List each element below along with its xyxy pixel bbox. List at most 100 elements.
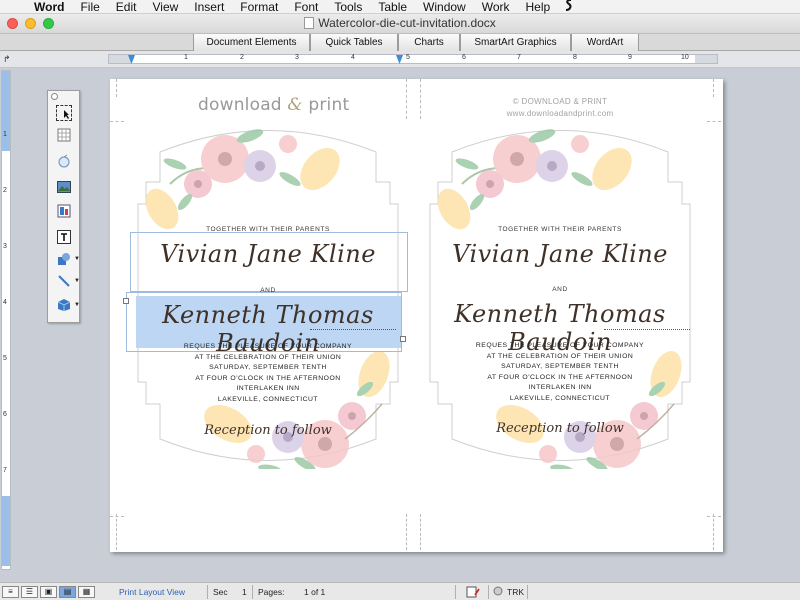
detail-line: AT THE CELEBRATION OF THEIR UNION xyxy=(194,353,342,361)
event-details: REQUES THE PLEASURE OF YOUR COMPANY AT T… xyxy=(422,341,698,404)
crop-mark xyxy=(420,514,421,550)
menu-tools[interactable]: Tools xyxy=(326,0,370,14)
outline-view-button[interactable]: ☰ xyxy=(21,585,38,598)
line-icon[interactable]: ▼ xyxy=(56,273,80,289)
ruler-number: 7 xyxy=(517,54,521,61)
detail-line: LAKEVILLE, CONNECTICUT xyxy=(509,394,611,402)
section-value: 1 xyxy=(242,587,247,597)
crop-mark xyxy=(707,516,721,517)
tab-smartart-graphics[interactable]: SmartArt Graphics xyxy=(460,34,571,51)
tab-document-elements[interactable]: Document Elements xyxy=(193,34,310,51)
menu-view[interactable]: View xyxy=(144,0,186,14)
toolbox-palette: ▼ ▼ ▼ xyxy=(47,90,80,323)
document-title: Watercolor-die-cut-invitation.docx xyxy=(0,16,800,30)
draft-view-button[interactable]: ≡ xyxy=(2,585,19,598)
right-indent-marker[interactable] xyxy=(396,55,403,64)
window-title-bar: Watercolor-die-cut-invitation.docx xyxy=(0,14,800,33)
detail-line: INTERLAKEN INN xyxy=(528,384,592,391)
palette-close-icon[interactable] xyxy=(51,93,58,100)
vruler-number: 2 xyxy=(3,187,7,194)
ruler-number: 4 xyxy=(351,54,355,61)
detail-line: INTERLAKEN INN xyxy=(236,385,300,392)
status-bar: ≡ ☰ ▣ ▤ ▦ Print Layout View Sec 1 Pages:… xyxy=(0,582,800,600)
spelling-squiggle xyxy=(604,327,690,330)
crop-mark xyxy=(420,79,421,119)
crop-mark xyxy=(406,79,407,119)
detail-line: SATURDAY, SEPTEMBER TENTH xyxy=(209,364,327,371)
picture-icon[interactable] xyxy=(56,179,72,195)
print-layout-button[interactable]: ▤ xyxy=(59,585,76,598)
and-line: AND xyxy=(552,286,568,293)
resize-handle[interactable] xyxy=(123,298,129,304)
document-page[interactable]: download & print © DOWNLOAD & PRINT www.… xyxy=(110,79,723,552)
ruler-number: 8 xyxy=(573,54,577,61)
publishing-layout-button[interactable]: ▣ xyxy=(40,585,57,598)
invitation-text-left: TOGETHER WITH THEIR PARENTS Vivian Jane … xyxy=(123,79,408,552)
script-menu-icon[interactable] xyxy=(558,0,580,14)
crop-mark xyxy=(110,516,124,517)
ruler-number: 3 xyxy=(295,54,299,61)
vruler-number: 3 xyxy=(3,243,7,250)
table-grid-icon[interactable] xyxy=(56,127,72,143)
clip-art-icon[interactable] xyxy=(56,203,72,219)
tab-charts[interactable]: Charts xyxy=(398,34,460,51)
menu-insert[interactable]: Insert xyxy=(186,0,232,14)
crop-mark xyxy=(406,514,407,550)
together-line: TOGETHER WITH THEIR PARENTS xyxy=(498,226,622,233)
detail-line: REQUES THE PLEASURE OF YOUR COMPANY xyxy=(183,343,353,350)
track-changes-label[interactable]: TRK xyxy=(507,587,524,597)
ruler-number: 5 xyxy=(406,54,410,61)
notebook-layout-button[interactable]: ▦ xyxy=(78,585,95,598)
crop-mark xyxy=(116,79,117,97)
menu-file[interactable]: File xyxy=(72,0,107,14)
status-separator xyxy=(252,585,253,599)
document-icon xyxy=(304,17,315,29)
status-separator xyxy=(455,585,456,599)
pages-value: 1 of 1 xyxy=(304,587,326,597)
horizontal-ruler[interactable]: 1 2 3 4 5 6 7 8 9 10 xyxy=(108,54,718,64)
rotate-icon[interactable] xyxy=(56,153,72,169)
spelling-status-icon[interactable] xyxy=(466,586,480,600)
crop-mark xyxy=(713,514,714,550)
ruler-number: 6 xyxy=(462,54,466,61)
reception-line: Reception to follow xyxy=(204,423,332,438)
menu-window[interactable]: Window xyxy=(415,0,474,14)
vruler-number: 7 xyxy=(3,467,7,474)
status-separator xyxy=(488,585,489,599)
vruler-number: 5 xyxy=(3,355,7,362)
menu-work[interactable]: Work xyxy=(474,0,518,14)
3d-box-icon[interactable]: ▼ xyxy=(56,297,80,313)
menu-help[interactable]: Help xyxy=(518,0,559,14)
menu-app-word[interactable]: Word xyxy=(26,0,72,14)
crop-mark xyxy=(707,121,721,122)
detail-line: AT FOUR O'CLOCK IN THE AFTERNOON xyxy=(487,373,633,381)
vruler-number: 6 xyxy=(3,411,7,418)
section-label: Sec xyxy=(213,587,228,597)
detail-line: AT THE CELEBRATION OF THEIR UNION xyxy=(486,352,634,360)
bride-name[interactable]: Vivian Jane Kline xyxy=(422,240,698,268)
text-box-icon[interactable] xyxy=(56,229,72,245)
crop-mark xyxy=(110,121,124,122)
detail-line: AT FOUR O'CLOCK IN THE AFTERNOON xyxy=(195,374,341,382)
crop-mark xyxy=(713,79,714,97)
track-changes-icon xyxy=(493,586,503,598)
detail-line: SATURDAY, SEPTEMBER TENTH xyxy=(501,363,619,370)
menu-font[interactable]: Font xyxy=(286,0,326,14)
vertical-ruler[interactable]: 1 2 3 4 5 6 7 xyxy=(1,70,11,570)
document-title-text: Watercolor-die-cut-invitation.docx xyxy=(318,16,496,30)
elements-gallery: Document Elements Quick Tables Charts Sm… xyxy=(0,33,800,51)
tab-quick-tables[interactable]: Quick Tables xyxy=(310,34,398,51)
vruler-number: 4 xyxy=(3,299,7,306)
detail-line: REQUES THE PLEASURE OF YOUR COMPANY xyxy=(475,342,645,349)
shapes-icon[interactable]: ▼ xyxy=(56,251,80,267)
menu-format[interactable]: Format xyxy=(232,0,286,14)
ruler-number: 2 xyxy=(240,54,244,61)
tab-wordart[interactable]: WordArt xyxy=(571,34,639,51)
menu-edit[interactable]: Edit xyxy=(108,0,145,14)
select-objects-icon[interactable] xyxy=(56,105,72,121)
bride-name[interactable]: Vivian Jane Kline xyxy=(130,240,406,268)
crop-mark xyxy=(116,514,117,550)
invitation-text-right: TOGETHER WITH THEIR PARENTS Vivian Jane … xyxy=(422,79,698,552)
menu-table[interactable]: Table xyxy=(370,0,415,14)
tab-stop-selector-icon[interactable]: ↱ xyxy=(3,54,14,65)
